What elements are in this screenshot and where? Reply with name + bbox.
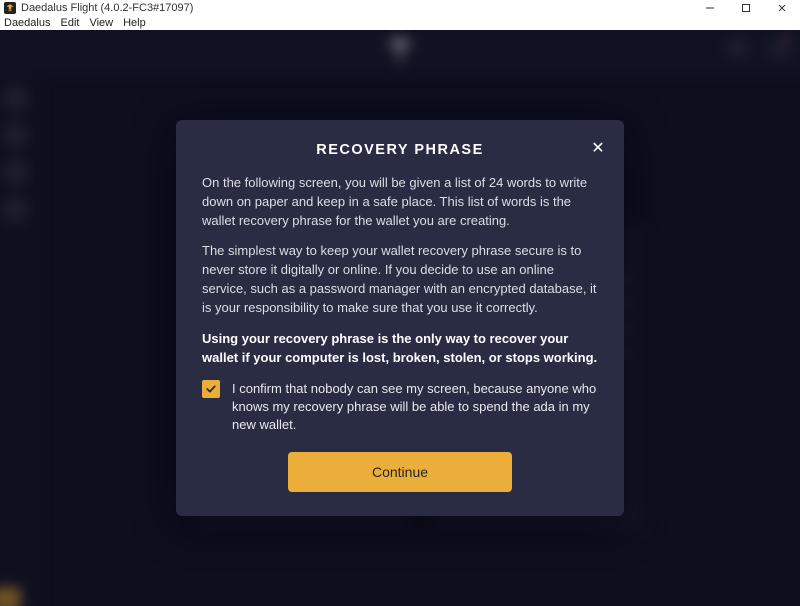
window-minimize-button[interactable] bbox=[692, 0, 728, 16]
dialog-paragraph: On the following screen, you will be giv… bbox=[202, 174, 598, 231]
confirm-row: I confirm that nobody can see my screen,… bbox=[202, 380, 598, 435]
dialog-paragraph: The simplest way to keep your wallet rec… bbox=[202, 242, 598, 317]
window-titlebar: Daedalus Flight (4.0.2-FC3#17097) bbox=[0, 0, 800, 16]
close-button[interactable]: ✕ bbox=[588, 138, 608, 158]
menu-item-daedalus[interactable]: Daedalus bbox=[4, 17, 50, 29]
window-close-button[interactable] bbox=[764, 0, 800, 16]
menu-bar: Daedalus Edit View Help bbox=[0, 16, 800, 30]
window-title: Daedalus Flight (4.0.2-FC3#17097) bbox=[21, 2, 193, 14]
dialog-title: RECOVERY PHRASE bbox=[202, 142, 598, 158]
recovery-phrase-dialog: ✕ RECOVERY PHRASE On the following scree… bbox=[176, 120, 624, 516]
checkmark-icon bbox=[205, 383, 217, 395]
close-icon: ✕ bbox=[591, 138, 604, 158]
app-icon bbox=[4, 2, 16, 14]
continue-button[interactable]: Continue bbox=[288, 452, 512, 492]
app-area: ✕ RECOVERY PHRASE On the following scree… bbox=[0, 30, 800, 606]
dialog-paragraph-emphasis: Using your recovery phrase is the only w… bbox=[202, 330, 598, 368]
menu-item-view[interactable]: View bbox=[89, 17, 113, 29]
menu-item-edit[interactable]: Edit bbox=[60, 17, 79, 29]
confirm-label: I confirm that nobody can see my screen,… bbox=[232, 380, 598, 435]
menu-item-help[interactable]: Help bbox=[123, 17, 146, 29]
window-maximize-button[interactable] bbox=[728, 0, 764, 16]
modal-overlay: ✕ RECOVERY PHRASE On the following scree… bbox=[0, 30, 800, 606]
confirm-checkbox[interactable] bbox=[202, 380, 220, 398]
